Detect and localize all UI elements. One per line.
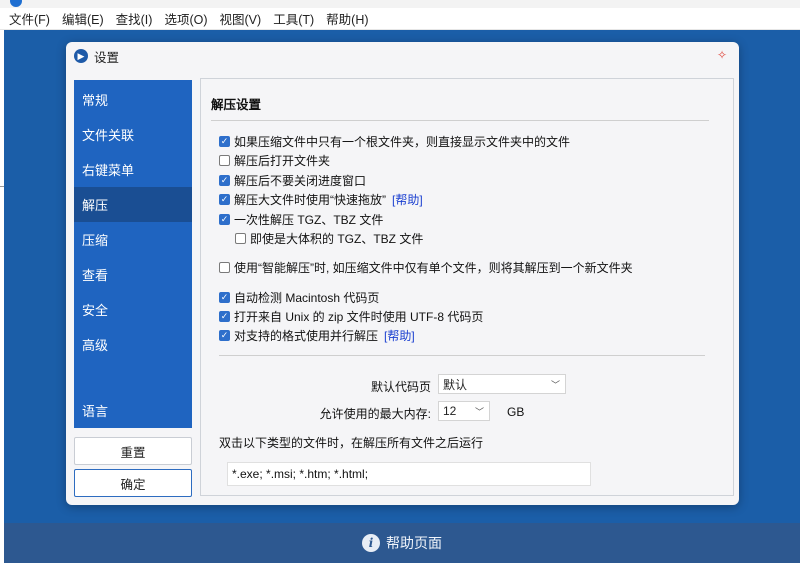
sidebar-item-context-menu[interactable]: 右键菜单: [74, 152, 192, 187]
options-divider: [219, 355, 705, 356]
section-divider: [211, 120, 709, 121]
settings-dialog: ▶ 设置 ✧ 常规 文件关联 右键菜单 解压 压缩 查看 安全 高级 语言 重置…: [66, 42, 739, 505]
sidebar-item-general[interactable]: 常规: [74, 82, 192, 117]
memory-unit: GB: [507, 405, 525, 419]
memory-select[interactable]: 12 ﹀: [438, 401, 490, 421]
sidebar-item-advanced[interactable]: 高级: [74, 327, 192, 362]
chevron-down-icon: ﹀: [474, 407, 484, 417]
sidebar-item-language[interactable]: 语言: [74, 393, 192, 428]
help-link[interactable]: [帮助]: [392, 191, 423, 208]
chevron-down-icon: ﹀: [550, 380, 560, 390]
info-icon: i: [362, 534, 380, 552]
dialog-titlebar: ▶ 设置: [66, 42, 739, 70]
sidebar-item-file-association[interactable]: 文件关联: [74, 117, 192, 152]
app-logo-icon: ▶: [74, 49, 88, 63]
memory-label: 允许使用的最大内存:: [319, 407, 431, 421]
option-label: 解压大文件时使用“快速拖放”: [234, 193, 386, 207]
reset-button[interactable]: 重置: [74, 437, 192, 465]
help-page-label: 帮助页面: [386, 535, 442, 551]
option-label: 对支持的格式使用并行解压: [234, 329, 379, 343]
option-open-folder[interactable]: 解压后打开文件夹: [219, 152, 330, 169]
option-parallel-extract[interactable]: ✓ 对支持的格式使用并行解压 [帮助]: [219, 327, 415, 344]
option-root-folder[interactable]: ✓ 如果压缩文件中只有一个根文件夹，则直接显示文件夹中的文件: [219, 133, 570, 150]
checkbox-unchecked[interactable]: [235, 233, 246, 244]
codepage-select[interactable]: 默认 ﹀: [438, 374, 566, 394]
extract-settings-panel: 解压设置 ✓ 如果压缩文件中只有一个根文件夹，则直接显示文件夹中的文件 解压后打…: [200, 78, 734, 496]
checkbox-checked[interactable]: ✓: [219, 194, 230, 205]
menu-file[interactable]: 文件(F): [9, 9, 50, 28]
option-label: 打开来自 Unix 的 zip 文件时使用 UTF-8 代码页: [234, 310, 484, 324]
section-title: 解压设置: [211, 98, 262, 112]
ok-button[interactable]: 确定: [74, 469, 192, 497]
menu-edit[interactable]: 编辑(E): [62, 9, 104, 28]
option-label: 一次性解压 TGZ、TBZ 文件: [234, 213, 384, 227]
option-label: 如果压缩文件中只有一个根文件夹，则直接显示文件夹中的文件: [234, 135, 571, 149]
option-label: 自动检测 Macintosh 代码页: [234, 291, 380, 305]
option-utf8-unix[interactable]: ✓ 打开来自 Unix 的 zip 文件时使用 UTF-8 代码页: [219, 308, 483, 325]
checkbox-checked[interactable]: ✓: [219, 292, 230, 303]
option-mac-codepage[interactable]: ✓ 自动检测 Macintosh 代码页: [219, 289, 379, 306]
codepage-value: 默认: [443, 377, 468, 392]
menu-help[interactable]: 帮助(H): [326, 9, 368, 28]
checkbox-unchecked[interactable]: [219, 155, 230, 166]
menu-tools[interactable]: 工具(T): [273, 9, 314, 28]
option-extract-tgz[interactable]: ✓ 一次性解压 TGZ、TBZ 文件: [219, 211, 383, 228]
checkbox-checked[interactable]: ✓: [219, 136, 230, 147]
dialog-title: 设置: [94, 50, 120, 65]
memory-value: 12: [443, 404, 457, 418]
run-after-input[interactable]: *.exe; *.msi; *.htm; *.html;: [227, 462, 591, 486]
option-large-tgz[interactable]: 即使是大体积的 TGZ、TBZ 文件: [235, 230, 423, 247]
option-label: 解压后打开文件夹: [234, 154, 331, 168]
sidebar-item-security[interactable]: 安全: [74, 292, 192, 327]
menubar: 文件(F) 编辑(E) 查找(I) 选项(O) 视图(V) 工具(T) 帮助(H…: [0, 8, 800, 30]
option-label: 即使是大体积的 TGZ、TBZ 文件: [250, 232, 424, 246]
checkbox-unchecked[interactable]: [219, 262, 230, 273]
checkbox-checked[interactable]: ✓: [219, 311, 230, 322]
checkbox-checked[interactable]: ✓: [219, 214, 230, 225]
option-label: 解压后不要关闭进度窗口: [234, 174, 367, 188]
menu-options[interactable]: 选项(O): [164, 9, 207, 28]
run-after-label: 双击以下类型的文件时，在解压所有文件之后运行: [219, 436, 484, 450]
option-label: 使用“智能解压”时, 如压缩文件中仅有单个文件，则将其解压到一个新文件夹: [234, 261, 633, 275]
edge-divider: [0, 186, 4, 187]
menu-view[interactable]: 视图(V): [220, 9, 262, 28]
app-title-strip: [0, 0, 800, 8]
sidebar-item-compress[interactable]: 压缩: [74, 222, 192, 257]
settings-sidebar: 常规 文件关联 右键菜单 解压 压缩 查看 安全 高级 语言: [74, 80, 192, 428]
option-smart-extract[interactable]: 使用“智能解压”时, 如压缩文件中仅有单个文件，则将其解压到一个新文件夹: [219, 259, 633, 276]
menu-find[interactable]: 查找(I): [116, 9, 153, 28]
app-icon: [10, 0, 22, 7]
checkbox-checked[interactable]: ✓: [219, 175, 230, 186]
sidebar-item-view[interactable]: 查看: [74, 257, 192, 292]
option-keep-progress[interactable]: ✓ 解压后不要关闭进度窗口: [219, 172, 366, 189]
close-icon[interactable]: ✧: [717, 48, 727, 62]
option-fast-drag[interactable]: ✓ 解压大文件时使用“快速拖放” [帮助]: [219, 191, 423, 208]
help-link[interactable]: [帮助]: [384, 327, 415, 344]
checkbox-checked[interactable]: ✓: [219, 330, 230, 341]
codepage-label: 默认代码页: [370, 380, 431, 394]
sidebar-item-extract[interactable]: 解压: [74, 187, 192, 222]
help-page-bar[interactable]: i 帮助页面: [4, 523, 800, 563]
